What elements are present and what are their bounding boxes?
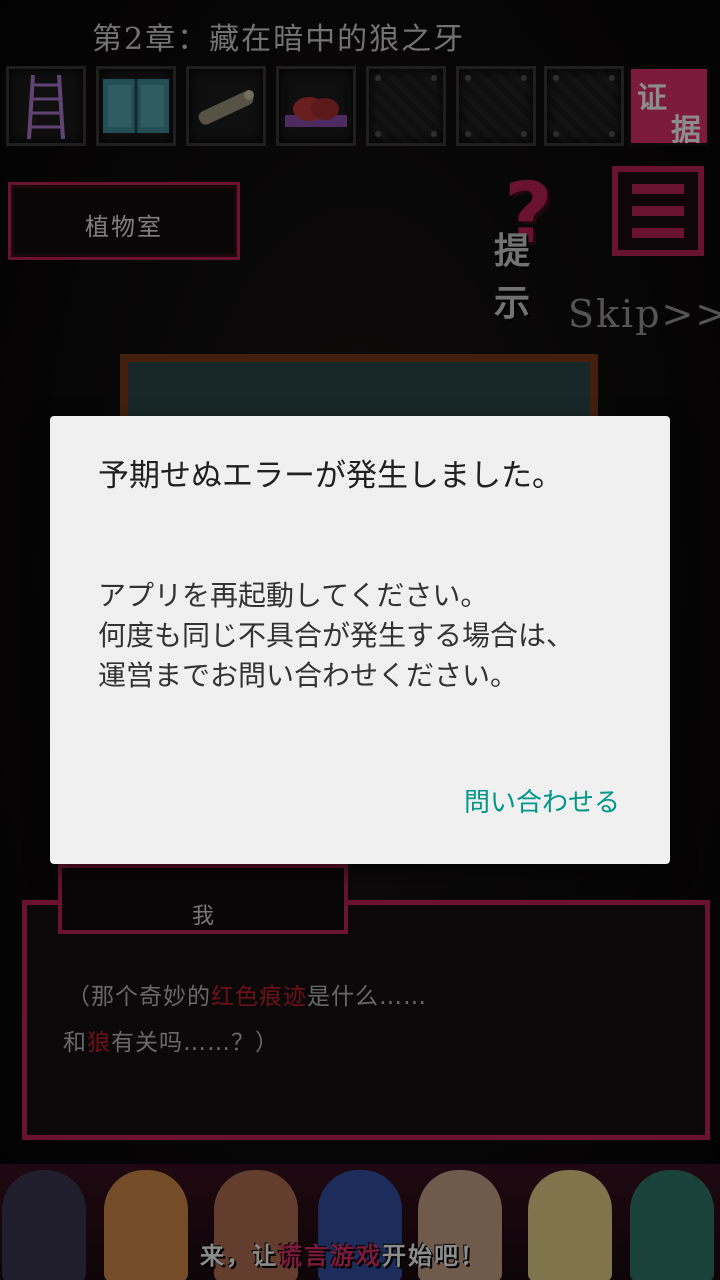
error-dialog: 予期せぬエラーが発生しました。 アプリを再起動してください。 何度も同じ不具合が… bbox=[50, 416, 670, 864]
error-dialog-title: 予期せぬエラーが発生しました。 bbox=[98, 458, 563, 494]
error-dialog-message: アプリを再起動してください。 何度も同じ不具合が発生する場合は、運営までお問い合… bbox=[98, 579, 575, 692]
contact-button[interactable]: 問い合わせる bbox=[464, 782, 620, 819]
game-screen: 第2章：藏在暗中的狼之牙 证 据 植物室 ? 提 示 Skip>> （那个奇妙的… bbox=[0, 0, 720, 1280]
